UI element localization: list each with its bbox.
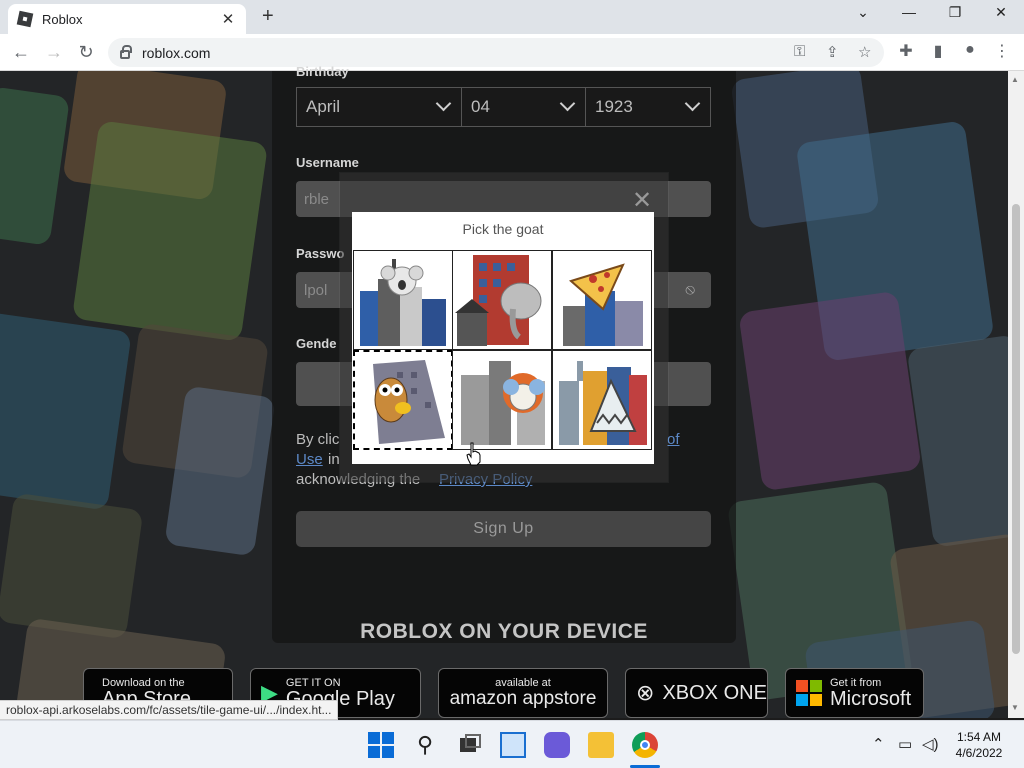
gender-label: Gende: [296, 336, 337, 351]
captcha-tile-ram[interactable]: [452, 350, 552, 450]
amazon-appstore-badge[interactable]: available at amazon appstore: [438, 668, 608, 718]
legal-prefix: By clic: [296, 431, 340, 448]
owl-building-icon: [373, 360, 445, 444]
username-label: Username: [296, 155, 359, 170]
taskbar-clock[interactable]: 1:54 AM 4/6/2022: [944, 729, 1014, 761]
chat-icon[interactable]: [544, 732, 570, 758]
clock-time: 1:54 AM: [956, 730, 1002, 744]
tab-title: Roblox: [42, 11, 83, 27]
background-game-tile: [71, 120, 269, 342]
microsoft-big: Microsoft: [830, 688, 912, 710]
microsoft-logo-icon: [796, 680, 822, 706]
captcha-tile-pizza[interactable]: [552, 250, 652, 350]
page-scrollbar[interactable]: ▲ ▼: [1008, 71, 1024, 718]
xbox-label: XBOX ONE: [662, 682, 767, 704]
windows-start-icon[interactable]: [368, 732, 394, 758]
browser-toolbar: ← → ↻ roblox.com ⚿ ⇪ ☆ ✚ ▮ ● ⋮: [0, 34, 1024, 71]
password-label: Passwo: [296, 246, 345, 261]
reload-icon[interactable]: ↻: [74, 40, 98, 64]
browser-tabstrip: Roblox ✕ + ⌄ — ❐ ✕: [0, 0, 1024, 34]
show-hidden-icons-icon[interactable]: ⌃: [872, 735, 885, 753]
pizza-building-icon: [563, 263, 643, 346]
year-value: 1923: [595, 97, 633, 116]
browser-tab[interactable]: Roblox ✕: [8, 4, 246, 34]
captcha-prompt: Pick the goat: [462, 221, 544, 237]
windows-taskbar: ⚲ ⌃ ▭ ◁) 1:54 AM 4/6/2022: [0, 720, 1024, 768]
captcha-tile-koala[interactable]: [353, 250, 453, 350]
scroll-down-icon[interactable]: ▼: [1011, 703, 1019, 712]
elephant-building-icon: [455, 255, 542, 346]
key-icon[interactable]: ⚿: [794, 43, 805, 60]
birthday-label: Birthday: [296, 64, 349, 79]
background-game-tile: [0, 492, 144, 640]
xbox-icon: ⊗: [636, 680, 655, 705]
widgets-icon[interactable]: [500, 732, 526, 758]
chrome-icon[interactable]: [632, 732, 658, 758]
day-select[interactable]: 04: [461, 87, 586, 127]
terms-of-use-link[interactable]: Use: [296, 450, 323, 469]
minimize-icon[interactable]: —: [894, 4, 924, 20]
background-game-tile: [906, 334, 1008, 548]
file-explorer-icon[interactable]: [588, 732, 614, 758]
xbox-badge[interactable]: ⊗ XBOX ONE: [625, 668, 768, 718]
day-value: 04: [471, 97, 490, 116]
roblox-favicon-icon: [16, 10, 34, 28]
captcha-panel: Pick the goat: [352, 212, 654, 464]
restore-icon[interactable]: ❐: [940, 4, 970, 21]
background-game-tile: [738, 290, 922, 492]
captcha-tile-elephant[interactable]: [452, 250, 552, 350]
captcha-tile-shark[interactable]: [552, 350, 652, 450]
profile-icon[interactable]: ●: [960, 41, 980, 59]
ram-building-icon: [461, 361, 545, 445]
tab-search-icon[interactable]: ⌄: [848, 4, 878, 21]
close-icon[interactable]: ✕: [632, 186, 652, 215]
search-icon[interactable]: ⚲: [412, 732, 438, 758]
close-tab-icon[interactable]: ✕: [220, 10, 236, 28]
legal-in: in: [328, 451, 340, 468]
username-value: rble: [304, 190, 330, 208]
scroll-up-icon[interactable]: ▲: [1011, 75, 1019, 84]
background-game-tile: [0, 86, 71, 246]
side-panel-icon[interactable]: ▮: [928, 41, 948, 61]
menu-icon[interactable]: ⋮: [992, 41, 1012, 61]
clock-date: 4/6/2022: [955, 746, 1003, 760]
hand-pointer-icon: [466, 442, 481, 466]
password-value: lpol: [304, 281, 328, 299]
signup-button[interactable]: Sign Up: [296, 511, 711, 547]
chevron-down-icon: [435, 95, 452, 112]
task-view-icon[interactable]: [456, 732, 482, 758]
scrollbar-thumb[interactable]: [1012, 204, 1020, 654]
share-icon[interactable]: ⇪: [826, 43, 839, 61]
new-tab-icon[interactable]: +: [262, 5, 274, 28]
network-icon[interactable]: ▭: [898, 735, 912, 753]
shark-building-icon: [559, 361, 647, 445]
link-status-bar: roblox-api.arkoselabs.com/fc/assets/tile…: [0, 700, 339, 720]
month-value: April: [306, 97, 341, 116]
terms-link-fragment[interactable]: of: [667, 430, 680, 449]
amazon-big: amazon appstore: [449, 688, 597, 709]
extensions-icon[interactable]: ✚: [896, 41, 916, 61]
koala-building-icon: [360, 259, 446, 346]
microsoft-store-badge[interactable]: Get it from Microsoft: [785, 668, 924, 718]
address-bar[interactable]: roblox.com: [108, 38, 884, 67]
month-select[interactable]: April: [296, 87, 462, 127]
lock-icon[interactable]: [120, 45, 132, 59]
chevron-down-icon: [559, 95, 576, 112]
volume-icon[interactable]: ◁): [922, 735, 939, 753]
url-text: roblox.com: [142, 44, 211, 61]
devices-heading: ROBLOX ON YOUR DEVICE: [360, 620, 648, 643]
close-window-icon[interactable]: ✕: [986, 4, 1016, 21]
hide-password-icon[interactable]: ⦸: [685, 281, 695, 298]
background-game-tile: [0, 311, 132, 511]
chevron-down-icon: [684, 95, 701, 112]
forward-icon[interactable]: →: [42, 40, 66, 64]
captcha-tile-owl[interactable]: [353, 350, 453, 450]
year-select[interactable]: 1923: [585, 87, 711, 127]
back-icon[interactable]: ←: [9, 40, 33, 64]
bookmark-star-icon[interactable]: ☆: [858, 43, 871, 61]
